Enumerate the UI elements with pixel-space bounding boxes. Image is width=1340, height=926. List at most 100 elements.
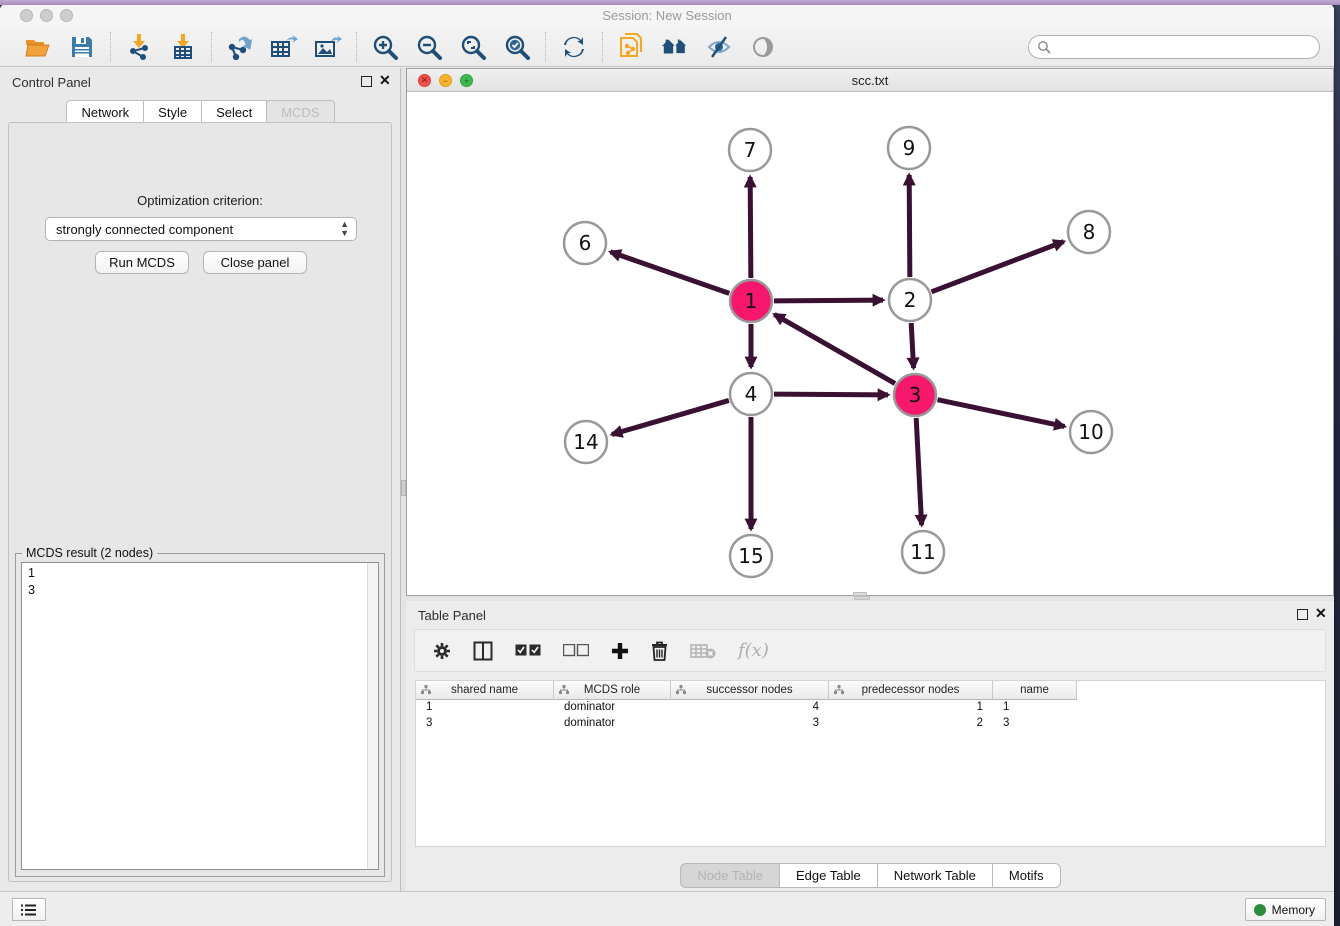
zoom-out-icon[interactable] [415,33,443,61]
column-header-predecessor-nodes[interactable]: predecessor nodes [829,681,993,700]
zoom-fit-icon[interactable] [459,33,487,61]
selected-criterion: strongly connected component [56,222,233,237]
node-3[interactable]: 3 [894,374,936,416]
edge-3-1[interactable] [774,314,895,383]
table-cell[interactable]: dominator [554,700,671,716]
node-14[interactable]: 14 [565,421,607,463]
column-tree-icon [421,685,431,694]
network-canvas[interactable]: 7 9 6 8 1 2 4 3 10 14 15 11 [407,92,1333,595]
delete-column-trash-icon[interactable] [651,641,668,661]
network-graph[interactable]: 7 9 6 8 1 2 4 3 10 14 15 11 [407,92,1333,595]
edge-4-3[interactable] [774,394,888,395]
show-graphics-details-icon[interactable] [749,33,777,61]
network-overview-icon[interactable] [661,33,689,61]
table-cell[interactable]: 3 [993,716,1077,732]
tab-network-table[interactable]: Network Table [877,863,993,888]
table-cell[interactable]: 1 [829,700,993,716]
close-panel-button[interactable]: Close panel [203,251,307,274]
float-panel-icon[interactable] [1297,609,1308,620]
edge-2-3[interactable] [911,323,913,368]
table-row[interactable]: 3dominator323 [416,716,1325,732]
table-row[interactable]: 1dominator411 [416,700,1325,716]
tab-select[interactable]: Select [201,100,267,124]
edge-2-8[interactable] [932,242,1064,292]
svg-text:7: 7 [744,138,757,162]
svg-text:11: 11 [910,540,935,564]
tab-motifs[interactable]: Motifs [992,863,1061,888]
node-11[interactable]: 11 [902,531,944,573]
run-mcds-button[interactable]: Run MCDS [95,251,189,274]
create-column-plus-icon[interactable] [611,642,629,660]
edge-1-2[interactable] [774,300,883,301]
column-header-shared-name[interactable]: shared name [416,681,554,700]
table-cell[interactable]: 4 [671,700,829,716]
import-network-icon[interactable] [125,33,153,61]
result-scrollbar[interactable] [367,563,378,869]
export-image-icon[interactable] [314,33,342,61]
edge-4-14[interactable] [612,400,729,434]
float-panel-icon[interactable] [361,76,372,87]
search-input[interactable] [1028,35,1320,59]
node-10[interactable]: 10 [1070,411,1112,453]
node-6[interactable]: 6 [564,222,606,264]
edge-2-9[interactable] [909,175,910,277]
memory-button[interactable]: Memory [1245,898,1326,921]
main-toolbar [0,27,1334,67]
close-panel-icon[interactable]: ✕ [379,73,391,87]
table-cell[interactable]: 3 [416,716,554,732]
result-line: 1 [28,565,378,582]
node-4[interactable]: 4 [730,373,772,415]
svg-text:2: 2 [904,288,917,312]
zoom-in-icon[interactable] [371,33,399,61]
edge-3-11[interactable] [916,418,921,525]
select-all-icon[interactable] [515,644,541,657]
import-table-icon[interactable] [169,33,197,61]
column-header-MCDS-role[interactable]: MCDS role [554,681,671,700]
control-panel-header: Control Panel ✕ [0,68,400,96]
node-15[interactable]: 15 [730,535,772,577]
node-1[interactable]: 1 [730,280,772,322]
node-9[interactable]: 9 [888,127,930,169]
node-table: shared name MCDS role successor nodesprede… [415,680,1326,847]
open-file-icon[interactable] [24,33,52,61]
show-column-panel-icon[interactable] [473,641,493,661]
table-cell[interactable]: 1 [993,700,1077,716]
save-session-icon[interactable] [68,33,96,61]
window-title: Session: New Session [0,8,1334,23]
table-cell[interactable]: 3 [671,716,829,732]
deselect-all-icon[interactable] [563,644,589,657]
splitter-grip[interactable] [854,596,870,600]
edge-3-10[interactable] [938,400,1065,427]
refresh-icon[interactable] [560,33,588,61]
table-cell[interactable]: 2 [829,716,993,732]
edge-1-7[interactable] [750,177,751,278]
export-table-icon[interactable] [270,33,298,61]
function-builder-button[interactable]: f(x) [738,640,769,661]
mcds-result-list[interactable]: 13 [21,562,379,870]
task-history-button[interactable] [12,898,46,921]
column-header-label: MCDS role [584,684,640,696]
export-network-icon[interactable] [226,33,254,61]
close-panel-icon[interactable]: ✕ [1315,606,1327,620]
node-8[interactable]: 8 [1068,211,1110,253]
delete-table-icon[interactable] [690,643,716,659]
clone-network-icon[interactable] [617,33,645,61]
column-header-successor-nodes[interactable]: successor nodes [671,681,829,700]
table-cell[interactable]: dominator [554,716,671,732]
node-7[interactable]: 7 [729,129,771,171]
node-2[interactable]: 2 [889,279,931,321]
zoom-selected-icon[interactable] [503,33,531,61]
optimization-criterion-select[interactable]: strongly connected component ▲▼ [45,217,357,241]
tab-style[interactable]: Style [143,100,202,124]
column-header-name[interactable]: name [993,681,1077,700]
tab-edge-table[interactable]: Edge Table [779,863,878,888]
tab-mcds[interactable]: MCDS [266,100,334,124]
edge-1-6[interactable] [610,252,729,294]
table-cell[interactable]: 1 [416,700,554,716]
table-settings-gear-icon[interactable] [433,642,451,660]
memory-label: Memory [1272,903,1315,917]
hide-graphics-details-icon[interactable] [705,33,733,61]
tab-node-table[interactable]: Node Table [680,863,780,888]
tab-network[interactable]: Network [66,100,144,124]
table-panel-title: Table Panel [418,608,486,623]
